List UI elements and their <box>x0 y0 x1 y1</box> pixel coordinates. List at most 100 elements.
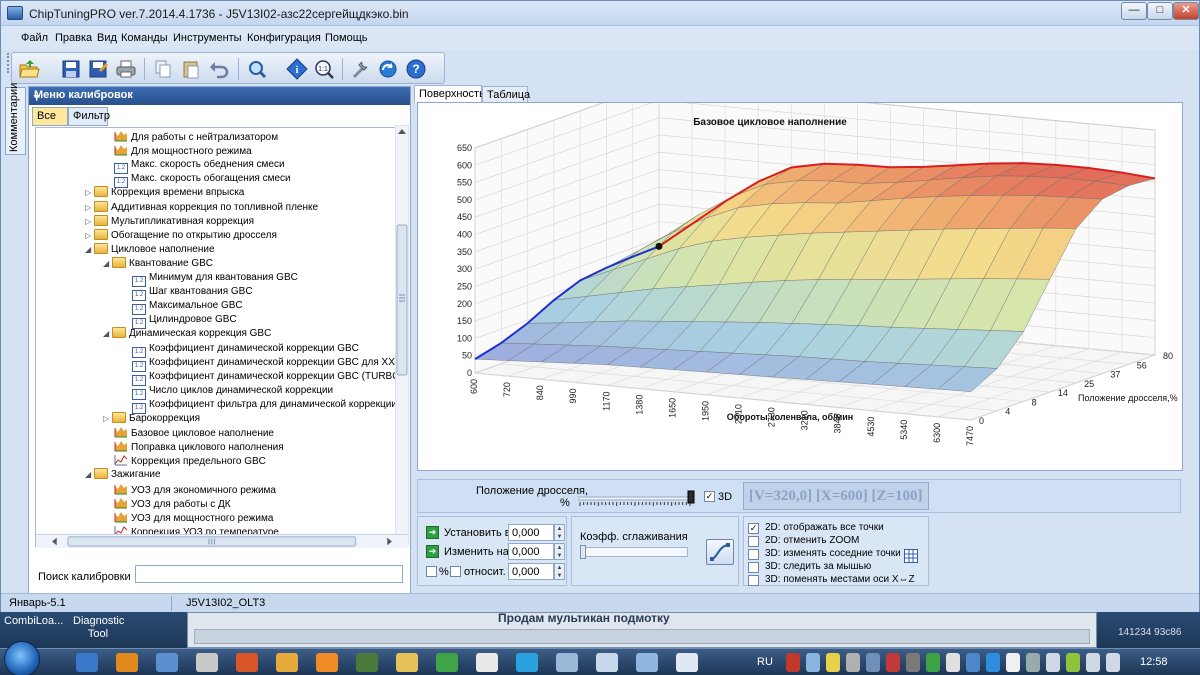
tray-icon[interactable] <box>926 653 940 672</box>
expand-icon[interactable]: ▷ <box>85 229 94 243</box>
grid-icon[interactable] <box>904 549 918 563</box>
taskbar-app-icon[interactable] <box>76 653 98 672</box>
undo-icon[interactable] <box>208 58 230 80</box>
tray-icon[interactable] <box>1026 653 1040 672</box>
slider-thumb[interactable] <box>687 490 695 504</box>
tray-icon[interactable] <box>1006 653 1020 672</box>
menu-file[interactable]: Файл <box>21 32 48 44</box>
option-checkbox[interactable] <box>748 562 759 573</box>
tree-item[interactable]: 1.2 Максимальное GBC <box>132 299 243 316</box>
expand-icon[interactable]: ▷ <box>85 201 94 215</box>
background-window-scrollbar[interactable] <box>194 629 1090 644</box>
taskbar-app-icon[interactable] <box>356 653 378 672</box>
taskbar-app-icon[interactable] <box>436 653 458 672</box>
save-icon[interactable] <box>60 58 82 80</box>
tab-table[interactable]: Таблица <box>482 86 530 103</box>
tools-icon[interactable] <box>350 58 372 80</box>
taskbar-app-icon[interactable] <box>196 653 218 672</box>
tray-icon[interactable] <box>986 653 1000 672</box>
set-value-input[interactable]: 0,000 <box>508 524 554 541</box>
tree-vertical-scrollbar[interactable] <box>395 125 409 545</box>
set-value-spinner[interactable]: ▲ ▼ <box>554 524 565 541</box>
tree-item[interactable]: 1.2 Макс. скорость обогащения смеси <box>114 172 291 189</box>
calibration-tree[interactable]: Для работы с нейтрализатором Для мощностн… <box>35 127 407 547</box>
background-window[interactable]: Продам мультикан подмотку <box>187 611 1097 648</box>
taskbar-app-icon[interactable] <box>276 653 298 672</box>
search-input[interactable] <box>135 565 403 583</box>
zoom-icon[interactable]: 1:1 <box>313 58 335 80</box>
tree-item[interactable]: ▷ Мультипликативная коррекция <box>85 214 254 229</box>
tab-filter[interactable]: Фильтр <box>68 107 110 126</box>
tray-icon[interactable] <box>966 653 980 672</box>
menu-tools[interactable]: Инструменты <box>173 32 242 44</box>
tree-item[interactable]: Поправка циклового наполнения <box>114 440 284 454</box>
taskbar-app-icon[interactable] <box>636 653 658 672</box>
tree-item[interactable]: ▷ Обогащение по открытию дросселя <box>85 228 277 243</box>
smooth-apply-button[interactable] <box>706 539 734 565</box>
taskbar-ok-icon[interactable] <box>316 653 338 672</box>
print-icon[interactable] <box>115 58 137 80</box>
comments-tab[interactable]: Комментарии <box>5 83 26 155</box>
tray-icon[interactable] <box>906 653 920 672</box>
menu-view[interactable]: Вид <box>97 32 117 44</box>
collapse-icon[interactable]: ◢ <box>103 257 112 271</box>
relative-checkbox[interactable] <box>450 566 461 577</box>
tray-icon[interactable] <box>846 653 860 672</box>
tray-network-icon[interactable] <box>1086 653 1100 672</box>
start-button[interactable] <box>4 641 40 675</box>
change-apply-button[interactable]: ➔ <box>426 545 439 558</box>
tree-item[interactable]: Для мощностного режима <box>114 144 252 158</box>
tree-item[interactable]: ◢ Квантование GBC <box>103 256 213 271</box>
maximize-button[interactable]: □ <box>1147 2 1173 20</box>
taskbar-media-icon[interactable] <box>116 653 138 672</box>
tree-item[interactable]: 1.2 Число циклов динамической коррекции <box>132 384 333 400</box>
option-checkbox[interactable]: ✓ <box>748 523 759 534</box>
tray-language[interactable]: RU <box>757 656 773 668</box>
tray-icon[interactable] <box>886 653 900 672</box>
tray-icon[interactable] <box>1046 653 1060 672</box>
option-checkbox[interactable] <box>748 536 759 547</box>
option-checkbox[interactable] <box>748 549 759 560</box>
tray-signal-icon[interactable] <box>1066 653 1080 672</box>
help-icon[interactable]: ? <box>405 58 427 80</box>
percent-checkbox[interactable] <box>426 566 437 577</box>
refresh-icon[interactable] <box>377 58 399 80</box>
tray-pdf-icon[interactable] <box>786 653 800 672</box>
paste-icon[interactable] <box>180 58 202 80</box>
tree-item[interactable]: ▷ Барокоррекция <box>103 412 200 426</box>
smoothing-slider-thumb[interactable] <box>580 545 586 559</box>
collapse-icon[interactable]: ◢ <box>103 327 112 341</box>
open-folder-icon[interactable] <box>18 58 40 80</box>
selected-point-marker[interactable] <box>655 242 663 250</box>
tray-icon[interactable] <box>806 653 820 672</box>
tray-icon[interactable] <box>946 653 960 672</box>
slider-track[interactable] <box>578 496 693 501</box>
taskbar-app-icon[interactable] <box>596 653 618 672</box>
menu-commands[interactable]: Команды <box>121 32 168 44</box>
title-bar[interactable]: ChipTuningPRO ver.7.2014.4.1736 - J5V13I… <box>1 1 1199 26</box>
tray-volume-icon[interactable] <box>1106 653 1120 672</box>
collapse-icon[interactable]: ◢ <box>85 243 94 257</box>
tree-item[interactable]: 1.2 Коэффициент динамической коррекции GB… <box>132 370 403 386</box>
tree-item[interactable]: 1.2 Коэффициент динамической коррекции GB… <box>132 356 395 372</box>
taskbar-app-icon[interactable] <box>236 653 258 672</box>
relative-value-input[interactable]: 0,000 <box>508 563 554 580</box>
tree-item[interactable]: ◢ Зажигание <box>85 468 161 482</box>
copy-icon[interactable] <box>152 58 174 80</box>
tree-item[interactable]: УОЗ для работы с ДК <box>114 497 231 511</box>
option-checkbox[interactable] <box>748 575 759 586</box>
tree-item[interactable]: ◢ Цикловое наполнение <box>85 242 215 257</box>
tree-horizontal-scrollbar[interactable] <box>36 534 408 548</box>
desktop-item-combiloader[interactable]: CombiLoa... <box>4 615 63 627</box>
tab-surface[interactable]: Поверхность <box>414 85 485 103</box>
relative-value-spinner[interactable]: ▲ ▼ <box>554 563 565 580</box>
smoothing-slider[interactable] <box>580 547 688 557</box>
tree-item[interactable]: ◢ Динамическая коррекция GBC <box>103 327 271 341</box>
set-apply-button[interactable]: ➔ <box>426 526 439 539</box>
expand-icon[interactable]: ▷ <box>85 215 94 229</box>
menu-help[interactable]: Помощь <box>325 32 368 44</box>
throttle-slider[interactable] <box>578 489 698 507</box>
surface-plot-frame[interactable]: 0 50 100 150 200 250 300 350 400 450 500 550 600 650 6… <box>417 102 1183 471</box>
taskbar-yandex-icon[interactable] <box>476 653 498 672</box>
menu-edit[interactable]: Правка <box>55 32 92 44</box>
